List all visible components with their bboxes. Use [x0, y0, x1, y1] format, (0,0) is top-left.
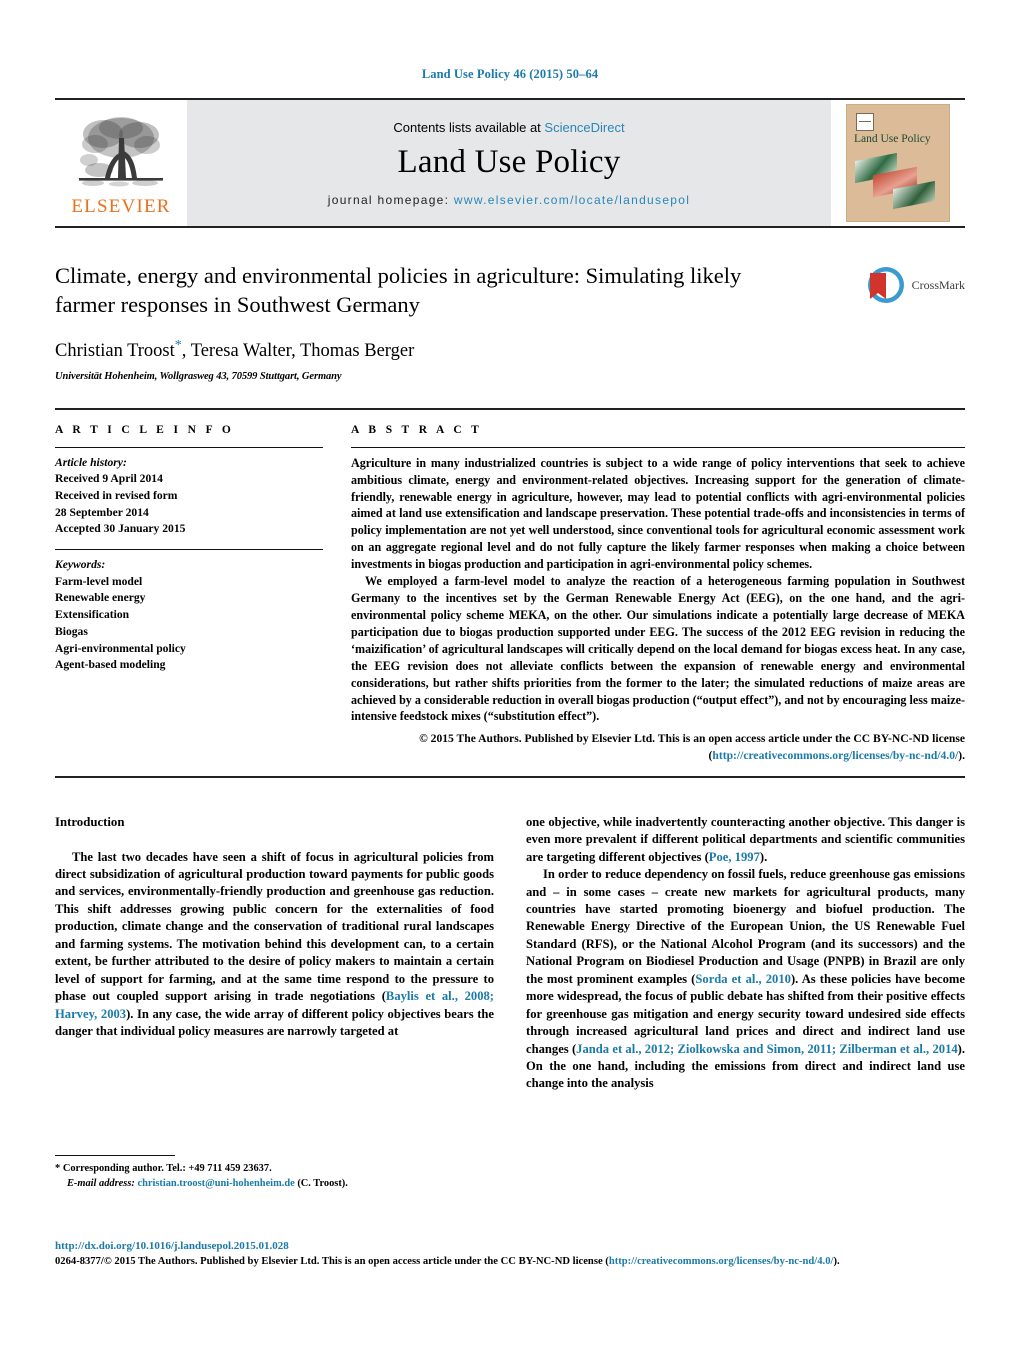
article-info-column: A R T I C L E I N F O Article history: R…	[55, 424, 329, 764]
abstract-body: Agriculture in many industrialized count…	[351, 455, 965, 726]
journal-reference: Land Use Policy 46 (2015) 50–64	[421, 67, 599, 81]
masthead-right: Land Use Policy	[831, 100, 965, 226]
citation-link[interactable]: Poe, 1997	[709, 850, 760, 864]
journal-title: Land Use Policy	[397, 143, 621, 180]
corresponding-author-marker: *	[174, 337, 182, 353]
keywords-block: Keywords: Farm-level model Renewable ene…	[55, 557, 323, 674]
history-item: Received in revised form	[55, 489, 178, 503]
intro-text: The last two decades have seen a shift o…	[55, 849, 494, 1004]
keyword-item: Farm-level model	[55, 574, 143, 588]
footnote-rule	[55, 1155, 175, 1156]
elsevier-logo: ELSEVIER	[55, 100, 187, 226]
intro-paragraph-left: The last two decades have seen a shift o…	[55, 849, 494, 1041]
citation-link[interactable]: Janda et al., 2012; Ziolkowska and Simon…	[576, 1042, 958, 1056]
abstract-paragraph: We employed a farm-level model to analyz…	[351, 574, 965, 724]
intro-paragraph-right-1: one objective, while inadvertently count…	[526, 814, 965, 866]
contents-list-line: Contents lists available at ScienceDirec…	[393, 120, 624, 135]
keywords-rule	[55, 549, 323, 551]
article-history-label: Article history:	[55, 455, 127, 469]
doi-link[interactable]: http://dx.doi.org/10.1016/j.landusepol.2…	[55, 1238, 965, 1255]
history-item: Accepted 30 January 2015	[55, 522, 186, 536]
keyword-item: Agri-environmental policy	[55, 641, 186, 655]
affiliation: Universität Hohenheim, Wollgrasweg 43, 7…	[55, 370, 342, 382]
keyword-item: Agent-based modeling	[55, 658, 166, 672]
keywords-label: Keywords:	[55, 558, 106, 572]
issn-text: 0264-8377/© 2015 The Authors. Published …	[55, 1255, 609, 1267]
journal-homepage-link[interactable]: www.elsevier.com/locate/landusepol	[454, 193, 690, 207]
crossmark-label: CrossMark	[911, 277, 965, 292]
keyword-item: Extensification	[55, 608, 130, 622]
article-page: Land Use Policy 46 (2015) 50–64 ELSEVIER…	[0, 0, 1020, 1351]
journal-homepage-line: journal homepage: www.elsevier.com/locat…	[328, 193, 690, 207]
footer-license-link[interactable]: http://creativecommons.org/licenses/by-n…	[609, 1256, 834, 1267]
copyright-text-end: ).	[958, 748, 965, 762]
contents-prefix: Contents lists available at	[393, 119, 545, 135]
abstract-paragraph: Agriculture in many industrialized count…	[351, 455, 965, 572]
article-info-heading: A R T I C L E I N F O	[55, 423, 235, 436]
masthead-center: Contents lists available at ScienceDirec…	[187, 100, 831, 226]
page-footer: http://dx.doi.org/10.1016/j.landusepol.2…	[55, 1238, 965, 1269]
email-owner: (C. Troost).	[297, 1177, 348, 1189]
elsevier-wordmark: ELSEVIER	[71, 196, 171, 217]
abstract-column: A B S T R A C T Agriculture in many indu…	[351, 424, 965, 764]
homepage-prefix: journal homepage:	[327, 192, 454, 207]
history-item: 28 September 2014	[55, 505, 149, 519]
abstract-copyright: © 2015 The Authors. Published by Elsevie…	[351, 731, 965, 763]
issn-copyright-line: 0264-8377/© 2015 The Authors. Published …	[55, 1255, 965, 1270]
footnote-block: * Corresponding author. Tel.: +49 711 45…	[55, 1155, 485, 1192]
corresponding-author-note: * Corresponding author. Tel.: +49 711 45…	[55, 1162, 485, 1177]
email-note: E-mail address: christian.troost@uni-hoh…	[55, 1177, 485, 1192]
email-label: E-mail address:	[67, 1177, 135, 1189]
section-heading-introduction: Introduction	[55, 814, 125, 829]
journal-masthead: ELSEVIER Contents lists available at Sci…	[55, 98, 965, 228]
cover-title-text: Land Use Policy	[854, 133, 931, 145]
intro-text: ).	[759, 849, 768, 864]
issn-text-end: ).	[833, 1255, 840, 1267]
body-column-left: Introduction The last two decades have s…	[55, 814, 494, 1154]
article-history-block: Article history: Received 9 April 2014 R…	[55, 455, 323, 538]
citation-link[interactable]: Sorda et al., 2010	[695, 972, 791, 986]
introduction-section: Introduction The last two decades have s…	[55, 814, 965, 1154]
page-title: Climate, energy and environmental polici…	[55, 263, 742, 318]
title-block: Climate, energy and environmental polici…	[55, 261, 965, 382]
cover-publisher-logo-icon	[856, 113, 874, 131]
corresponding-author-text: Corresponding author. Tel.: +49 711 459 …	[62, 1163, 272, 1174]
authors-remaining: , Teresa Walter, Thomas Berger	[181, 340, 415, 361]
keyword-item: Biogas	[55, 624, 88, 638]
article-info-rule	[55, 446, 323, 448]
journal-cover-thumbnail: Land Use Policy	[846, 104, 950, 222]
body-column-right: one objective, while inadvertently count…	[526, 814, 965, 1154]
crossmark-badge[interactable]: CrossMark	[866, 265, 965, 305]
abstract-rule	[351, 446, 965, 448]
license-link[interactable]: http://creativecommons.org/licenses/by-n…	[712, 749, 958, 762]
keyword-item: Renewable energy	[55, 591, 146, 605]
sciencedirect-link[interactable]: ScienceDirect	[544, 120, 624, 135]
abstract-heading: A B S T R A C T	[351, 423, 483, 436]
author-list: Christian Troost*, Teresa Walter, Thomas…	[55, 338, 965, 362]
elsevier-tree-icon	[79, 117, 163, 187]
email-link[interactable]: christian.troost@uni-hohenheim.de	[137, 1178, 294, 1189]
info-abstract-section: A R T I C L E I N F O Article history: R…	[55, 407, 965, 778]
history-item: Received 9 April 2014	[55, 472, 163, 486]
intro-paragraph-right-2: In order to reduce dependency on fossil …	[526, 866, 965, 1093]
crossmark-icon	[867, 267, 904, 303]
intro-text: In order to reduce dependency on fossil …	[526, 867, 965, 986]
footnote-star: *	[55, 1163, 61, 1174]
author-first: Christian Troost	[55, 340, 175, 361]
